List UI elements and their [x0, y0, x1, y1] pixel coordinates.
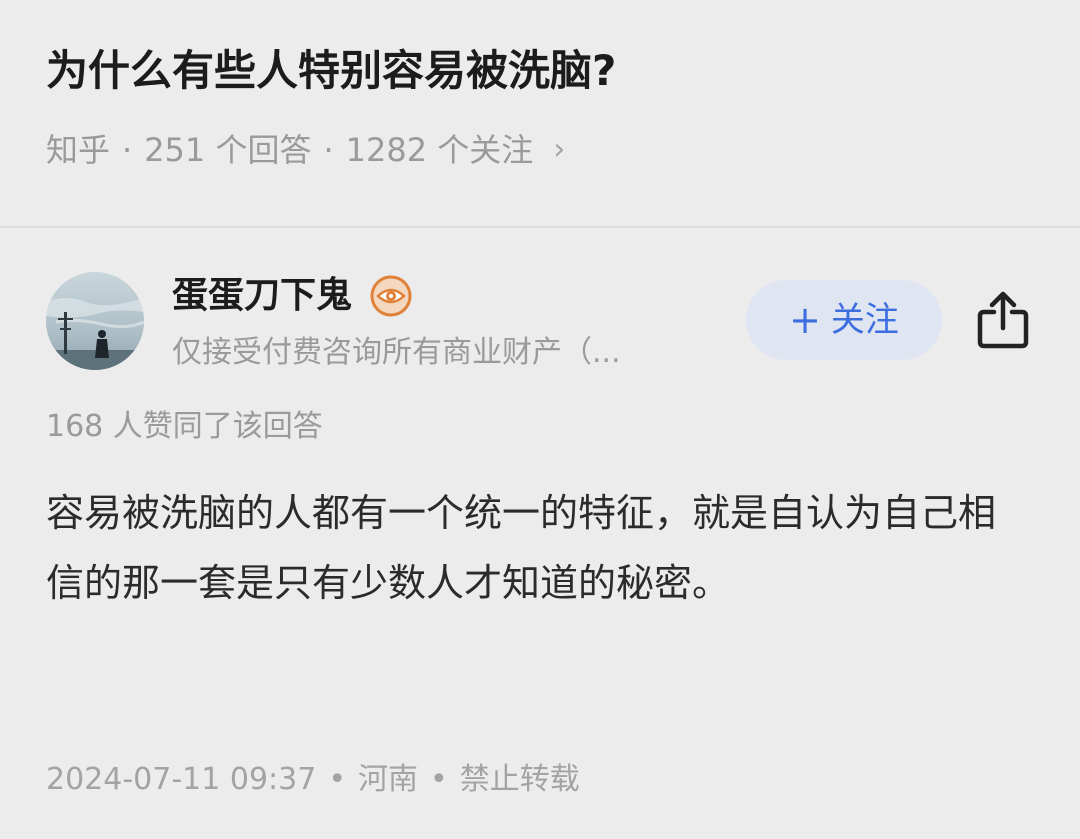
answer-datetime: 2024-07-11 09:37 [46, 762, 317, 797]
answer-location: 河南 [358, 762, 419, 797]
answer-footer-meta: 2024-07-11 09:37 • 河南 • 禁止转载 [46, 756, 580, 804]
share-icon[interactable] [974, 290, 1032, 350]
eye-badge-icon [370, 275, 412, 317]
section-divider [0, 226, 1080, 228]
answer-content: 容易被洗脑的人都有一个统一的特征，就是自认为自己相信的那一套是只有少数人才知道的… [46, 478, 1016, 618]
followers-count: 1282 个关注 [345, 131, 534, 169]
author-name-row: 蛋蛋刀下鬼 [172, 268, 412, 324]
question-source: 知乎 [46, 131, 111, 169]
plus-icon: + [789, 298, 821, 342]
author-bio: 仅接受付费咨询所有商业财产（... [172, 335, 621, 370]
avatar-image [46, 272, 144, 370]
footer-separator: • [430, 762, 448, 797]
author-name[interactable]: 蛋蛋刀下鬼 [172, 268, 352, 324]
meta-separator: · [122, 131, 133, 169]
question-title[interactable]: 为什么有些人特别容易被洗脑? [46, 40, 1036, 102]
question-meta[interactable]: 知乎 · 251 个回答 · 1282 个关注 › [46, 128, 565, 172]
vote-count: 168 人赞同了该回答 [46, 409, 323, 444]
answer-page: 为什么有些人特别容易被洗脑? 知乎 · 251 个回答 · 1282 个关注 › [0, 0, 1080, 839]
avatar[interactable] [46, 272, 144, 370]
meta-separator: · [323, 131, 334, 169]
answer-text: 容易被洗脑的人都有一个统一的特征，就是自认为自己相信的那一套是只有少数人才知道的… [46, 491, 997, 605]
follow-label: 关注 [830, 300, 899, 340]
chevron-right-icon: › [553, 132, 566, 167]
answers-count: 251 个回答 [144, 131, 312, 169]
copyright-notice: 禁止转载 [459, 762, 580, 797]
footer-separator: • [328, 762, 347, 797]
follow-button[interactable]: + 关注 [746, 280, 942, 360]
